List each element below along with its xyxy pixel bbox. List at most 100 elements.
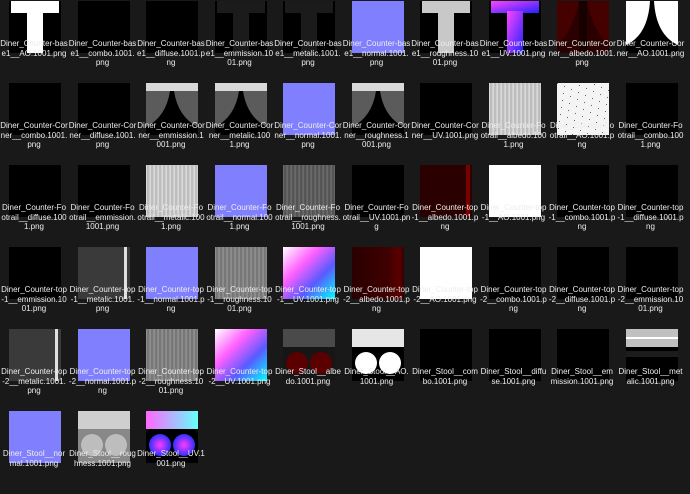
file-name-label: Diner_Counter-Corner__UV.1001.png [411, 121, 479, 140]
file-item[interactable]: Diner_Counter-top-2__metalic.1001.png [0, 328, 68, 412]
file-name-label: Diner_Counter-Footrail__AO.1001.png [549, 121, 615, 149]
file-name-label: Diner_Stool__roughness.1001.png [69, 449, 136, 468]
file-name-label: Diner_Counter-Corner__emmission.1001.png [137, 121, 205, 149]
file-name-label: Diner_Counter-Corner__roughness.1001.png [342, 121, 411, 149]
file-name-label: Diner_Counter-top-2__combo.1001.png [480, 285, 547, 313]
file-name-label: Diner_Counter-top-1__diffuse.1001.png [617, 203, 684, 231]
file-item[interactable]: Diner_Counter-Corner__metalic.1001.png [206, 82, 274, 166]
file-name-label: Diner_Counter-base1__normal.1001.png [342, 39, 411, 67]
file-name-label: Diner_Counter-Corner__metalic.1001.png [205, 121, 274, 149]
file-name-label: Diner_Stool__UV.1001.png [137, 449, 205, 468]
file-item[interactable]: Diner_Counter-Footrail__AO.1001.png [548, 82, 616, 166]
file-item[interactable]: Diner_Counter-top-1__albedo.1001.png [411, 164, 479, 248]
file-item[interactable]: Diner_Counter-Corner__diffuse.1001.png [69, 82, 137, 166]
file-item[interactable]: Diner_Counter-base1__diffuse.1001.png [137, 0, 205, 84]
file-item[interactable]: Diner_Counter-Footrail__albedo.1001.png [480, 82, 548, 166]
file-item[interactable]: Diner_Counter-top-2__roughness.1001.png [137, 328, 205, 412]
file-name-label: Diner_Counter-Footrail__albedo.1001.png [480, 121, 547, 149]
file-name-label: Diner_Counter-Footrail__UV.1001.png [342, 203, 411, 231]
file-name-label: Diner_Counter-Corner__albedo.1001.png [548, 39, 616, 67]
file-item[interactable]: Diner_Stool__UV.1001.png [137, 410, 205, 494]
file-name-label: Diner_Counter-Footrail__emmission.1001.p… [69, 203, 136, 231]
file-name-label: Diner_Counter-top-1__normal.1001.png [137, 285, 205, 313]
file-explorer-icon-grid: Diner_Counter-base1__AO.1001.png Diner_Co… [0, 0, 690, 494]
file-item[interactable]: Diner_Counter-top-1__diffuse.1001.png [617, 164, 685, 248]
file-item[interactable]: Diner_Counter-Corner__AO.1001.png [617, 0, 685, 84]
file-name-label: Diner_Counter-top-1__albedo.1001.png [411, 203, 479, 231]
file-item[interactable]: Diner_Counter-base1__AO.1001.png [0, 0, 68, 84]
file-name-label: Diner_Stool__combo.1001.png [412, 367, 478, 386]
file-item[interactable]: Diner_Counter-Corner__albedo.1001.png [548, 0, 616, 84]
file-name-label: Diner_Counter-top-2__AO.1001.png [412, 285, 478, 304]
file-item[interactable]: Diner_Counter-Footrail__roughness.1001.p… [274, 164, 342, 248]
file-item[interactable]: Diner_Counter-top-1__normal.1001.png [137, 246, 205, 330]
file-item[interactable]: Diner_Counter-top-1__metalic.1001.png [69, 246, 137, 330]
file-name-label: Diner_Counter-Corner__combo.1001.png [0, 121, 68, 149]
file-item[interactable]: Diner_Counter-top-2__UV.1001.png [206, 328, 274, 412]
file-name-label: Diner_Counter-Footrail__combo.1001.png [617, 121, 684, 149]
file-item[interactable]: Diner_Counter-top-2__albedo.1001.png [343, 246, 411, 330]
file-name-label: Diner_Counter-base1__AO.1001.png [0, 39, 68, 58]
file-name-label: Diner_Counter-Footrail__roughness.1001.p… [275, 203, 341, 231]
file-item[interactable]: Diner_Stool__diffuse.1001.png [480, 328, 548, 412]
file-item[interactable]: Diner_Counter-Footrail__combo.1001.png [617, 82, 685, 166]
file-name-label: Diner_Counter-top-1__emmission.1001.png [1, 285, 67, 313]
file-name-label: Diner_Counter-top-2__UV.1001.png [206, 367, 273, 386]
file-name-label: Diner_Stool__albedo.1001.png [275, 367, 341, 386]
file-item[interactable]: Diner_Counter-top-1__UV.1001.png [274, 246, 342, 330]
file-item[interactable]: Diner_Counter-top-1__roughness.1001.png [206, 246, 274, 330]
file-item[interactable]: Diner_Stool__emmission.1001.png [548, 328, 616, 412]
file-item[interactable]: Diner_Counter-Corner__normal.1001.png [274, 82, 342, 166]
file-name-label: Diner_Counter-Corner__normal.1001.png [274, 121, 342, 149]
file-item[interactable]: Diner_Stool__AO.1001.png [343, 328, 411, 412]
file-item[interactable]: Diner_Stool__albedo.1001.png [274, 328, 342, 412]
file-item[interactable]: Diner_Counter-base1__metalic.1001.png [274, 0, 342, 84]
file-name-label: Diner_Stool__normal.1001.png [2, 449, 66, 468]
file-name-label: Diner_Counter-top-1__UV.1001.png [275, 285, 341, 304]
file-item[interactable]: Diner_Counter-top-1__combo.1001.png [548, 164, 616, 248]
file-name-label: Diner_Counter-Corner__AO.1001.png [616, 39, 685, 58]
file-item[interactable]: Diner_Counter-Corner__combo.1001.png [0, 82, 68, 166]
file-name-label: Diner_Stool__metalic.1001.png [618, 367, 683, 386]
file-name-label: Diner_Counter-base1__combo.1001.png [68, 39, 137, 67]
file-name-label: Diner_Counter-top-2__emmission.1001.png [617, 285, 684, 313]
file-item[interactable]: Diner_Counter-Footrail__metalic.1001.png [137, 164, 205, 248]
file-item[interactable]: Diner_Counter-base1__combo.1001.png [69, 0, 137, 84]
file-item[interactable]: Diner_Counter-Footrail__normal.1001.png [206, 164, 274, 248]
file-name-label: Diner_Counter-top-2__diffuse.1001.png [548, 285, 616, 313]
file-item[interactable]: Diner_Counter-top-1__emmission.1001.png [0, 246, 68, 330]
file-item[interactable]: Diner_Stool__normal.1001.png [0, 410, 68, 494]
file-name-label: Diner_Counter-top-2__normal.1001.png [68, 367, 137, 395]
file-name-label: Diner_Counter-Footrail__diffuse.1001.png [1, 203, 67, 231]
file-name-label: Diner_Counter-Corner__diffuse.1001.png [68, 121, 137, 149]
file-name-label: Diner_Stool__AO.1001.png [344, 367, 409, 386]
file-name-label: Diner_Counter-top-1__combo.1001.png [548, 203, 616, 231]
file-item[interactable]: Diner_Counter-Corner__emmission.1001.png [137, 82, 205, 166]
file-item[interactable]: Diner_Stool__metalic.1001.png [617, 328, 685, 412]
file-item[interactable]: Diner_Counter-top-1__AO.1001.png [480, 164, 548, 248]
file-name-label: Diner_Counter-top-1__metalic.1001.png [69, 285, 136, 313]
file-item[interactable]: Diner_Counter-top-2__emmission.1001.png [617, 246, 685, 330]
file-item[interactable]: Diner_Counter-top-2__AO.1001.png [411, 246, 479, 330]
file-name-label: Diner_Counter-top-2__roughness.1001.png [138, 367, 204, 395]
file-item[interactable]: Diner_Counter-Corner__UV.1001.png [411, 82, 479, 166]
file-item[interactable]: Diner_Counter-top-2__combo.1001.png [480, 246, 548, 330]
file-item[interactable]: Diner_Stool__roughness.1001.png [69, 410, 137, 494]
file-item[interactable]: Diner_Counter-Corner__roughness.1001.png [343, 82, 411, 166]
file-item[interactable]: Diner_Counter-top-2__normal.1001.png [69, 328, 137, 412]
file-name-label: Diner_Stool__diffuse.1001.png [480, 367, 547, 386]
file-name-label: Diner_Counter-base1__roughness.1001.png [411, 39, 479, 67]
file-name-label: Diner_Counter-base1__emmission.1001.png [205, 39, 274, 67]
file-item[interactable]: Diner_Counter-Footrail__UV.1001.png [343, 164, 411, 248]
file-item[interactable]: Diner_Counter-top-2__diffuse.1001.png [548, 246, 616, 330]
file-item[interactable]: Diner_Counter-base1__roughness.1001.png [411, 0, 479, 84]
file-name-label: Diner_Counter-top-1__roughness.1001.png [206, 285, 273, 313]
file-name-label: Diner_Counter-top-2__metalic.1001.png [1, 367, 67, 395]
file-item[interactable]: Diner_Stool__combo.1001.png [411, 328, 479, 412]
file-item[interactable]: Diner_Counter-base1__normal.1001.png [343, 0, 411, 84]
file-item[interactable]: Diner_Counter-base1__UV.1001.png [480, 0, 548, 84]
file-item[interactable]: Diner_Counter-base1__emmission.1001.png [206, 0, 274, 84]
file-item[interactable]: Diner_Counter-Footrail__emmission.1001.p… [69, 164, 137, 248]
file-item[interactable]: Diner_Counter-Footrail__diffuse.1001.png [0, 164, 68, 248]
file-name-label: Diner_Counter-top-2__albedo.1001.png [343, 285, 410, 313]
